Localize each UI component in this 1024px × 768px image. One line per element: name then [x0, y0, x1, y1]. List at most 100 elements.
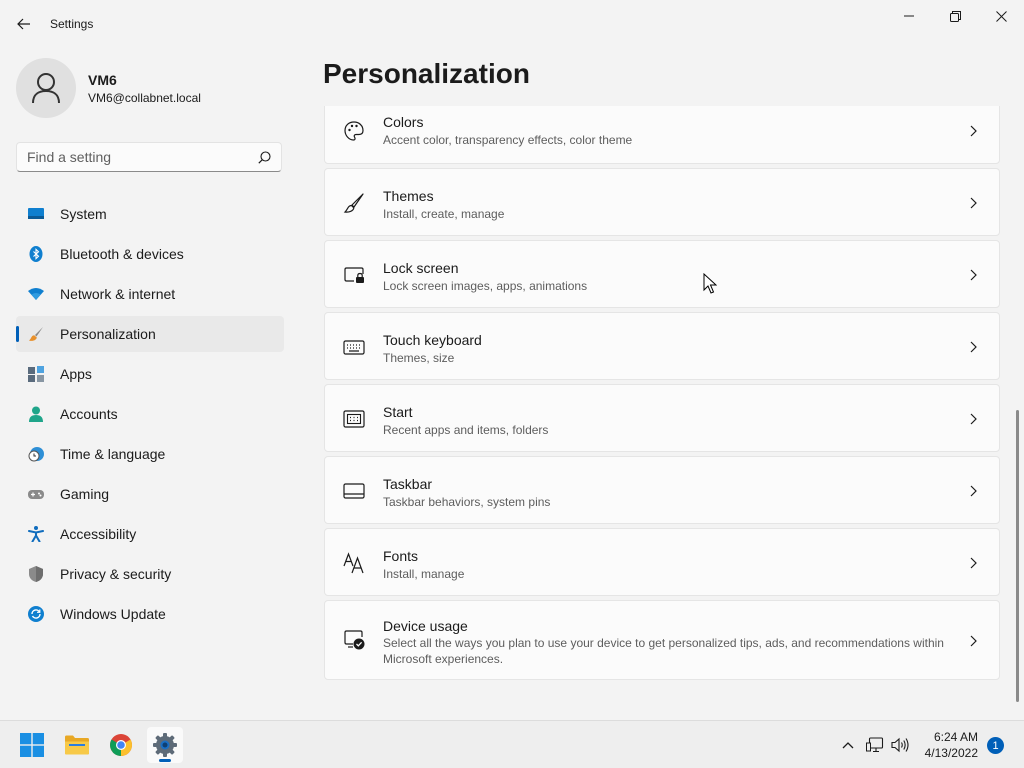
card-title: Fonts — [383, 548, 419, 564]
chevron-right-icon — [970, 269, 977, 281]
gamepad-icon — [28, 490, 44, 499]
card-subtitle: Recent apps and items, folders — [383, 423, 549, 437]
sidebar-item-personalization[interactable]: Personalization — [16, 316, 284, 352]
sidebar-item-label: Network & internet — [60, 286, 176, 302]
keyboard-icon — [343, 340, 365, 355]
sidebar-item-windows-update[interactable]: Windows Update — [16, 596, 284, 632]
card-subtitle: Install, create, manage — [383, 207, 505, 221]
touch-keyboard-card[interactable]: Touch keyboard Themes, size — [324, 312, 1000, 380]
card-title: Lock screen — [383, 260, 459, 276]
sidebar-item-label: System — [60, 206, 107, 222]
card-subtitle: Select all the ways you plan to use your… — [383, 636, 944, 666]
maximize-button[interactable] — [932, 0, 978, 32]
app-title: Settings — [50, 17, 94, 31]
avatar[interactable] — [16, 58, 76, 118]
sidebar-item-time-language[interactable]: Time & language — [16, 436, 284, 472]
palette-icon — [344, 121, 364, 141]
card-subtitle: Taskbar behaviors, system pins — [383, 495, 551, 509]
search-input[interactable] — [27, 149, 247, 165]
fonts-card[interactable]: Fonts Install, manage — [324, 528, 1000, 596]
taskbar-card[interactable]: Taskbar Taskbar behaviors, system pins — [324, 456, 1000, 524]
device-usage-icon — [344, 630, 365, 650]
close-icon — [995, 10, 1007, 22]
paintbrush-icon — [29, 327, 43, 341]
notification-badge[interactable]: 1 — [987, 737, 1004, 754]
chrome-button[interactable] — [103, 727, 139, 763]
taskbar-icon — [343, 483, 365, 499]
card-title: Themes — [383, 188, 434, 204]
network-icon — [866, 737, 884, 753]
file-explorer-button[interactable] — [59, 727, 95, 763]
fonts-icon — [343, 552, 364, 574]
monitor-icon — [28, 208, 44, 219]
wifi-icon — [28, 288, 44, 300]
sidebar-item-label: Windows Update — [60, 606, 166, 622]
clock-globe-icon — [28, 447, 44, 462]
shield-icon — [29, 566, 43, 582]
card-title: Colors — [383, 114, 424, 130]
sidebar-item-label: Bluetooth & devices — [60, 246, 184, 262]
sidebar-item-label: Personalization — [60, 326, 156, 342]
card-subtitle: Accent color, transparency effects, colo… — [383, 133, 633, 147]
sidebar-item-apps[interactable]: Apps — [16, 356, 284, 392]
card-title: Taskbar — [383, 476, 433, 492]
search-icon[interactable] — [258, 151, 271, 164]
colors-card[interactable]: Colors Accent color, transparency effect… — [324, 106, 1000, 164]
clock-time[interactable]: 6:24 AM — [920, 730, 978, 744]
themes-card[interactable]: Themes Install, create, manage — [324, 168, 1000, 236]
settings-app-button[interactable] — [147, 727, 183, 763]
back-arrow-icon — [17, 18, 30, 30]
start-menu-icon — [343, 410, 365, 428]
accessibility-icon — [28, 526, 44, 542]
brush-icon — [343, 193, 364, 213]
chevron-right-icon — [970, 413, 977, 425]
sidebar-item-label: Gaming — [60, 486, 110, 502]
card-subtitle: Install, manage — [383, 567, 465, 581]
network-status-button[interactable] — [865, 735, 885, 755]
start-button[interactable] — [14, 727, 50, 763]
windows-start-icon — [20, 733, 44, 757]
sidebar-item-label: Time & language — [60, 446, 166, 462]
card-subtitle: Lock screen images, apps, animations — [383, 279, 588, 293]
volume-button[interactable] — [890, 735, 910, 755]
lock-screen-icon — [344, 267, 364, 283]
mouse-cursor-icon — [703, 273, 717, 294]
device-usage-card[interactable]: Device usage Select all the ways you pla… — [324, 600, 1000, 680]
sidebar-item-network[interactable]: Network & internet — [16, 276, 284, 312]
start-card[interactable]: Start Recent apps and items, folders — [324, 384, 1000, 452]
chevron-right-icon — [970, 485, 977, 497]
chevron-right-icon — [970, 635, 977, 647]
minimize-button[interactable] — [886, 0, 932, 32]
sidebar-item-accounts[interactable]: Accounts — [16, 396, 284, 432]
search-box[interactable] — [16, 142, 282, 172]
user-email: VM6@collabnet.local — [88, 91, 201, 105]
sidebar-item-system[interactable]: System — [16, 196, 284, 232]
content-scrollbar[interactable] — [1016, 410, 1019, 702]
card-title: Device usage — [383, 618, 468, 634]
sidebar-item-bluetooth[interactable]: Bluetooth & devices — [16, 236, 284, 272]
title-bar: Settings — [0, 0, 1024, 48]
chrome-icon — [110, 734, 132, 756]
clock-date[interactable]: 4/13/2022 — [910, 746, 978, 760]
bluetooth-icon — [29, 246, 43, 262]
active-app-indicator — [159, 759, 171, 762]
person-icon — [29, 406, 43, 422]
close-button[interactable] — [978, 0, 1024, 32]
show-hidden-icons-button[interactable] — [838, 735, 858, 755]
sidebar-item-gaming[interactable]: Gaming — [16, 476, 284, 512]
chevron-right-icon — [970, 557, 977, 569]
lock-screen-card[interactable]: Lock screen Lock screen images, apps, an… — [324, 240, 1000, 308]
card-title: Start — [383, 404, 413, 420]
card-subtitle: Themes, size — [383, 351, 455, 365]
apps-icon — [28, 366, 44, 382]
volume-icon — [891, 737, 909, 753]
sidebar-item-label: Accounts — [60, 406, 118, 422]
user-name: VM6 — [88, 72, 117, 88]
sidebar-item-privacy[interactable]: Privacy & security — [16, 556, 284, 592]
settings-list: Colors Accent color, transparency effect… — [324, 106, 1000, 718]
card-title: Touch keyboard — [383, 332, 482, 348]
sidebar-item-label: Apps — [60, 366, 92, 382]
back-button[interactable] — [12, 12, 36, 36]
sidebar-item-label: Privacy & security — [60, 566, 172, 582]
sidebar-item-accessibility[interactable]: Accessibility — [16, 516, 284, 552]
